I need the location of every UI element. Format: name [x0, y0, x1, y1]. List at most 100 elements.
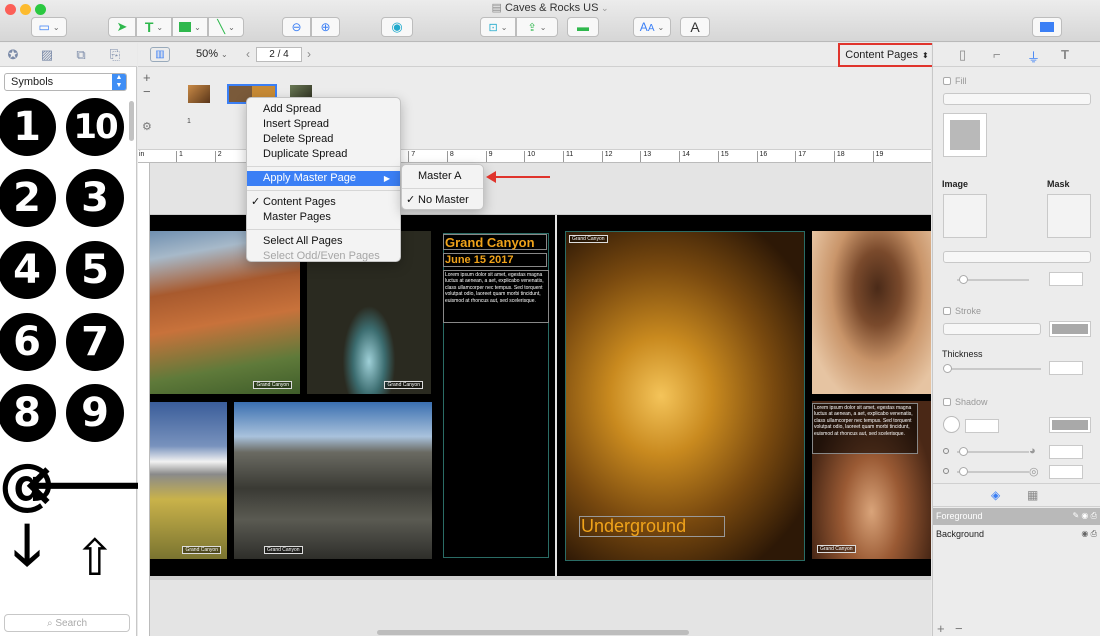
- menu-insert-spread[interactable]: Insert Spread: [247, 117, 400, 132]
- select-tool-button[interactable]: ➤: [108, 17, 136, 37]
- font-style-button[interactable]: AA ⌄: [633, 17, 671, 37]
- photo-pancake-rocks[interactable]: Grand Canyon: [234, 402, 432, 559]
- zoom-out-icon: ⊖: [291, 20, 302, 34]
- line-tool-button[interactable]: ╲ ⌄: [208, 17, 244, 37]
- fill-checkbox[interactable]: [943, 77, 951, 85]
- layer-row-foreground[interactable]: Foreground ✎ ◉ ⎙: [933, 508, 1100, 525]
- print-button[interactable]: ▬: [567, 17, 599, 37]
- shape-tool-button[interactable]: ⌄: [172, 17, 208, 37]
- thickness-slider[interactable]: [945, 368, 1041, 370]
- remove-page-icon[interactable]: −: [143, 84, 151, 99]
- symbol-item[interactable]: 3: [66, 169, 124, 227]
- text-tab-icon[interactable]: T: [1061, 47, 1069, 62]
- fill-type-select[interactable]: [943, 93, 1091, 105]
- shadow-angle-field[interactable]: [965, 419, 999, 433]
- menu-add-spread[interactable]: Add Spread: [247, 102, 400, 117]
- slider-knob[interactable]: [943, 364, 952, 373]
- images-tab-icon[interactable]: ▨: [39, 47, 55, 63]
- photo-caption: Grand Canyon: [182, 546, 221, 554]
- fonts-button[interactable]: A: [680, 17, 710, 37]
- thumbnail-page-1[interactable]: [188, 85, 210, 103]
- shadow-color-well[interactable]: [1049, 417, 1091, 433]
- text-tool-button[interactable]: T ⌄: [136, 17, 172, 37]
- clipart-tab-icon[interactable]: ⎘: [107, 47, 123, 63]
- right-body-text[interactable]: Lorem ipsum dolor sit amet, egestas magn…: [812, 403, 918, 454]
- slider-knob[interactable]: [959, 467, 968, 476]
- mask-well[interactable]: [1047, 194, 1091, 238]
- menu-delete-spread[interactable]: Delete Spread: [247, 132, 400, 147]
- opacity-icon: ◎: [1029, 466, 1039, 478]
- arrow-down-icon[interactable]: 🡓: [0, 513, 58, 583]
- library-select[interactable]: Symbols ▲ ▼: [4, 73, 127, 91]
- fill-color-well[interactable]: [943, 113, 987, 157]
- symbol-item[interactable]: 1: [0, 98, 56, 156]
- left-date-text[interactable]: June 15 2017: [443, 253, 547, 267]
- symbol-item[interactable]: 7: [66, 313, 124, 371]
- photo-cave-arch[interactable]: [812, 231, 931, 394]
- image-opacity-field[interactable]: [1049, 272, 1083, 286]
- layer-row-background[interactable]: Background ◉ ⎙: [933, 526, 1100, 543]
- image-well[interactable]: [943, 194, 987, 238]
- pages-view-icon[interactable]: ▥: [150, 47, 170, 62]
- menu-master-pages[interactable]: Master Pages: [247, 210, 400, 225]
- page-type-select[interactable]: Content Pages ⬍: [838, 43, 936, 67]
- zoom-select[interactable]: 50% ⌄: [196, 48, 228, 60]
- next-page-icon[interactable]: ›: [307, 47, 311, 61]
- page-number-field[interactable]: 2 / 4: [256, 47, 302, 62]
- submenu-no-master[interactable]: ✓ No Master: [402, 193, 483, 208]
- view-toggle-button[interactable]: ▭ ⌄: [31, 17, 67, 37]
- inspector-tabs: ▯ ⌐ ⏚ T: [933, 43, 1100, 67]
- shadow-angle-dial[interactable]: [943, 416, 960, 433]
- stroke-color-well[interactable]: [1049, 321, 1091, 337]
- shapes-tab-icon[interactable]: ⧉: [73, 47, 89, 63]
- remove-layer-icon[interactable]: −: [955, 621, 963, 636]
- preview-button[interactable]: ◉: [381, 17, 413, 37]
- zoom-out-button[interactable]: ⊖: [282, 17, 311, 37]
- menu-content-pages[interactable]: ✓ Content Pages: [247, 195, 400, 210]
- shadow-checkbox[interactable]: [943, 398, 951, 406]
- symbol-item[interactable]: 9: [66, 384, 124, 442]
- submenu-master-a[interactable]: Master A: [402, 169, 483, 184]
- menu-duplicate-spread[interactable]: Duplicate Spread: [247, 147, 400, 162]
- grid-tab-icon[interactable]: ▦: [1027, 488, 1038, 502]
- left-body-text[interactable]: Lorem ipsum dolor sit amet, egestas magn…: [443, 270, 549, 323]
- canvas-horizontal-scrollbar[interactable]: [377, 630, 689, 635]
- menu-apply-master-page[interactable]: Apply Master Page ▶: [247, 171, 400, 186]
- thickness-field[interactable]: [1049, 361, 1083, 375]
- ruler-mark: 18: [833, 151, 845, 162]
- page-spread[interactable]: Grand Canyon Grand Canyon Grand Canyon G…: [150, 215, 931, 576]
- stroke-checkbox[interactable]: [943, 307, 951, 315]
- symbol-item[interactable]: 6: [0, 313, 56, 371]
- prev-page-icon[interactable]: ‹: [246, 47, 250, 61]
- add-page-icon[interactable]: +: [143, 70, 151, 85]
- shadow-blur-field[interactable]: [1049, 465, 1083, 479]
- export-button[interactable]: ⇪ ⌄: [516, 17, 558, 37]
- zoom-in-button[interactable]: ⊕: [311, 17, 340, 37]
- arrow-up-outline-icon[interactable]: ⇧: [64, 527, 126, 589]
- stroke-style-select[interactable]: [943, 323, 1041, 335]
- slider-knob[interactable]: [959, 275, 968, 284]
- library-scrollbar[interactable]: [129, 101, 134, 141]
- menu-select-all-pages[interactable]: Select All Pages: [247, 234, 400, 249]
- arrange-tab-icon[interactable]: ⏚: [1027, 47, 1040, 66]
- shadow-offset-field[interactable]: [1049, 445, 1083, 459]
- arrow-left-icon[interactable]: 🡐: [23, 453, 168, 516]
- layout-tab-icon[interactable]: ⌐: [993, 47, 1001, 62]
- inspector-toggle-button[interactable]: [1032, 17, 1062, 37]
- symbol-item[interactable]: 5: [66, 241, 124, 299]
- library-search-input[interactable]: ⌕ Search: [4, 614, 130, 632]
- symbol-item[interactable]: 2: [0, 169, 56, 227]
- symbol-item[interactable]: 8: [0, 384, 56, 442]
- document-tab-icon[interactable]: ▯: [959, 47, 966, 63]
- image-mode-select[interactable]: [943, 251, 1091, 263]
- photo-mountains[interactable]: Grand Canyon: [150, 402, 227, 559]
- symbols-tab-icon[interactable]: ✪: [5, 47, 21, 63]
- gear-icon[interactable]: ⚙: [142, 120, 152, 133]
- layers-tab-icon[interactable]: ◈: [991, 488, 1000, 502]
- import-button[interactable]: ⊡ ⌄: [480, 17, 516, 37]
- symbol-item[interactable]: 10: [66, 98, 124, 156]
- slider-knob[interactable]: [959, 447, 968, 456]
- add-layer-icon[interactable]: +: [937, 621, 945, 636]
- left-title-text[interactable]: Grand Canyon: [443, 234, 547, 250]
- symbol-item[interactable]: 4: [0, 241, 56, 299]
